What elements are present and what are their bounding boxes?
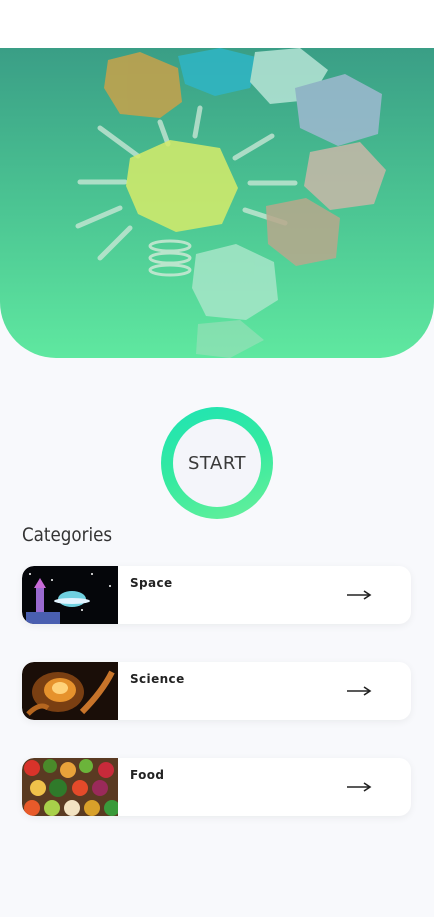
category-label-food: Food [130, 768, 165, 782]
arrow-right-icon [347, 590, 372, 600]
lightbulb-illustration [75, 48, 386, 358]
space-thumbnail [22, 566, 118, 624]
category-label-space: Space [130, 576, 173, 590]
category-card-food[interactable]: Food [22, 758, 411, 816]
start-label: START [173, 419, 261, 507]
category-card-space[interactable]: Space [22, 566, 411, 624]
food-thumbnail [22, 758, 118, 816]
hero-image [0, 48, 434, 358]
arrow-right-icon [347, 686, 372, 696]
categories-heading: Categories [22, 524, 113, 546]
start-button[interactable]: START [161, 407, 273, 519]
category-card-science[interactable]: Science [22, 662, 411, 720]
category-label-science: Science [130, 672, 185, 686]
status-bar [0, 0, 434, 48]
science-thumbnail [22, 662, 118, 720]
arrow-right-icon [347, 782, 372, 792]
